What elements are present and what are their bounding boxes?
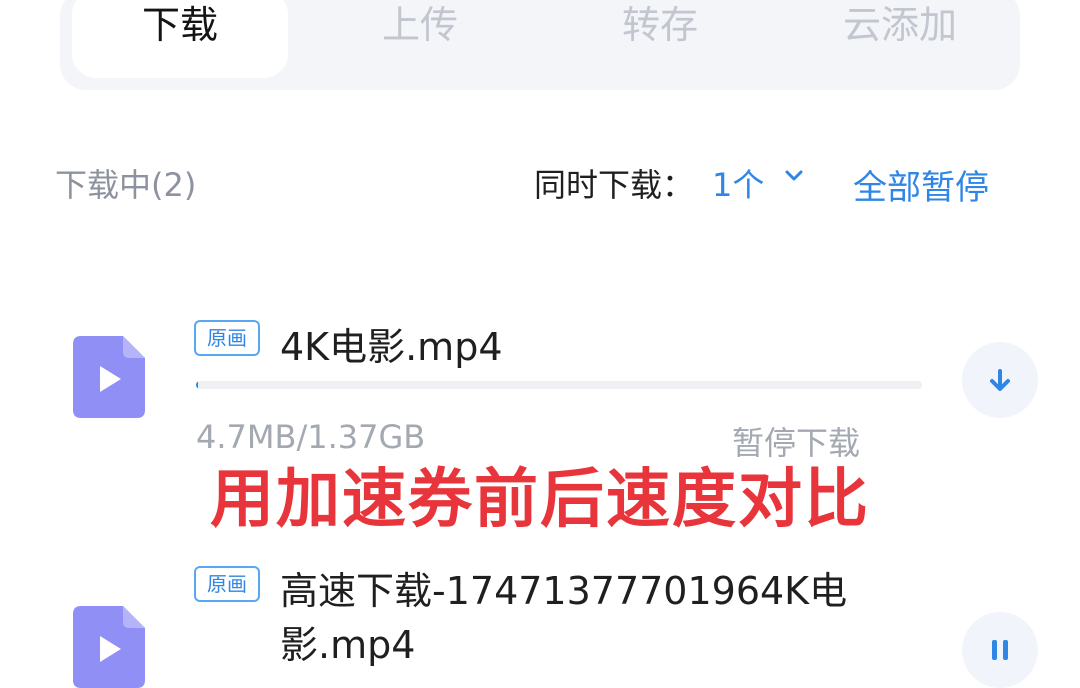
- concurrent-download-label: 同时下载：: [534, 166, 695, 204]
- overlay-caption: 用加速券前后速度对比: [210, 463, 870, 537]
- file-name-line1: 高速下载-17471377701964K电: [280, 569, 848, 613]
- file-name: 4K电影.mp4: [280, 325, 503, 369]
- tab-upload[interactable]: 上传: [312, 0, 528, 50]
- pause-download-button[interactable]: [962, 612, 1038, 688]
- download-progress-fill: [196, 381, 199, 389]
- tab-transfer-save[interactable]: 转存: [552, 0, 768, 50]
- pause-all-button[interactable]: 全部暂停: [853, 160, 989, 209]
- tab-download[interactable]: 下载: [72, 0, 288, 50]
- pause-icon: [992, 640, 1008, 660]
- quality-badge: 原画: [194, 566, 260, 602]
- quality-badge: 原画: [194, 320, 260, 356]
- chevron-down-icon[interactable]: [784, 166, 804, 186]
- download-arrow-icon: [990, 369, 1010, 391]
- tab-cloud-add[interactable]: 云添加: [792, 0, 1008, 50]
- downloading-section-title: 下载中(2): [55, 166, 197, 204]
- resume-download-button[interactable]: [962, 342, 1038, 418]
- file-name-line2: 影.mp4: [280, 623, 416, 667]
- download-progress-bar: [196, 381, 922, 389]
- video-file-icon: [73, 336, 145, 418]
- concurrent-download-select[interactable]: 1个: [712, 160, 764, 206]
- video-file-icon: [73, 606, 145, 688]
